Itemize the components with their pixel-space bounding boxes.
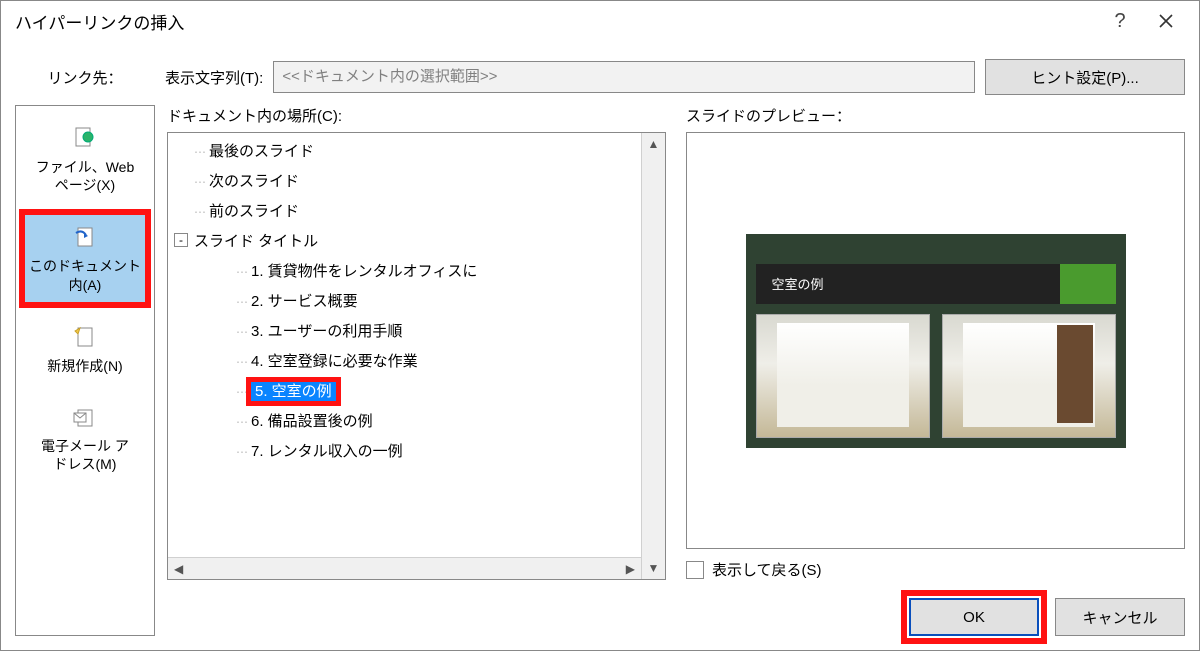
body-area: ファイル、Web ページ(X) このドキュメント 内(A) 新規作成(N): [15, 105, 1185, 636]
display-text-label: 表示文字列(T):: [165, 67, 263, 88]
close-icon: [1158, 13, 1174, 29]
main-area: ドキュメント内の場所(C): ⋯最後のスライド ⋯次のスライド ⋯前のスライド …: [167, 105, 1185, 636]
tree-item[interactable]: ⋯前のスライド: [174, 197, 641, 227]
scroll-left-icon[interactable]: ◀: [174, 562, 183, 576]
collapse-icon[interactable]: -: [174, 233, 188, 247]
room-photo-2: [942, 314, 1116, 438]
slide-accent: [1060, 264, 1116, 304]
show-and-return-row: 表示して戻る(S): [686, 549, 1185, 580]
help-button[interactable]: ?: [1097, 6, 1143, 36]
new-document-icon: [70, 323, 100, 353]
sidebar-item-label: ファイル、Web ページ(X): [36, 158, 135, 194]
tree-vertical-scrollbar[interactable]: ▲ ▼: [641, 133, 665, 579]
dialog-content: リンク先： 表示文字列(T): <<ドキュメント内の選択範囲>> ヒント設定(P…: [1, 41, 1199, 650]
sidebar-item-label: 新規作成(N): [47, 357, 122, 375]
sidebar-item-label: このドキュメント 内(A): [29, 257, 141, 293]
tree-container: ⋯最後のスライド ⋯次のスライド ⋯前のスライド -スライド タイトル ⋯1. …: [167, 132, 666, 580]
slide-preview: 空室の例: [686, 132, 1185, 549]
sidebar-item-label: 電子メール ア ドレス(M): [41, 437, 129, 473]
tree-item[interactable]: ⋯2. サービス概要: [174, 287, 641, 317]
globe-page-icon: [70, 124, 100, 154]
cancel-button[interactable]: キャンセル: [1055, 598, 1185, 636]
location-column: ドキュメント内の場所(C): ⋯最後のスライド ⋯次のスライド ⋯前のスライド …: [167, 105, 666, 580]
linkto-label: リンク先：: [15, 67, 155, 88]
show-and-return-label: 表示して戻る(S): [712, 559, 822, 580]
slide-images: [746, 304, 1126, 448]
slide-thumbnail: 空室の例: [746, 234, 1126, 448]
location-label: ドキュメント内の場所(C):: [167, 105, 666, 126]
linkto-sidebar: ファイル、Web ページ(X) このドキュメント 内(A) 新規作成(N): [15, 105, 155, 636]
scroll-right-icon[interactable]: ▶: [626, 562, 635, 576]
sidebar-item-new-document[interactable]: 新規作成(N): [22, 313, 148, 385]
titlebar: ハイパーリンクの挿入 ?: [1, 1, 1199, 41]
hyperlink-dialog: ハイパーリンクの挿入 ? リンク先： 表示文字列(T): <<ドキュメント内の選…: [0, 0, 1200, 651]
close-button[interactable]: [1143, 6, 1189, 36]
sidebar-item-email[interactable]: 電子メール ア ドレス(M): [22, 393, 148, 483]
display-text-input[interactable]: <<ドキュメント内の選択範囲>>: [273, 61, 975, 93]
sidebar-item-this-document[interactable]: このドキュメント 内(A): [22, 212, 148, 304]
tree-horizontal-scrollbar[interactable]: ◀ ▶: [168, 557, 641, 579]
tree-item[interactable]: ⋯次のスライド: [174, 167, 641, 197]
show-and-return-checkbox[interactable]: [686, 561, 704, 579]
tree-item-selected[interactable]: ⋯5. 空室の例: [174, 377, 641, 407]
preview-label: スライドのプレビュー：: [686, 105, 1185, 126]
sidebar-item-file-web[interactable]: ファイル、Web ページ(X): [22, 114, 148, 204]
tree-item[interactable]: ⋯7. レンタル収入の一例: [174, 437, 641, 467]
room-photo-1: [756, 314, 930, 438]
display-row: リンク先： 表示文字列(T): <<ドキュメント内の選択範囲>> ヒント設定(P…: [15, 41, 1185, 105]
email-icon: [70, 403, 100, 433]
scroll-up-icon[interactable]: ▲: [648, 133, 660, 155]
document-arrow-icon: [70, 223, 100, 253]
tree-item[interactable]: ⋯6. 備品設置後の例: [174, 407, 641, 437]
preview-column: スライドのプレビュー： 空室の例: [686, 105, 1185, 580]
dialog-title: ハイパーリンクの挿入: [15, 9, 1097, 34]
scroll-down-icon[interactable]: ▼: [648, 557, 660, 579]
location-tree[interactable]: ⋯最後のスライド ⋯次のスライド ⋯前のスライド -スライド タイトル ⋯1. …: [168, 133, 641, 579]
tree-item[interactable]: ⋯3. ユーザーの利用手順: [174, 317, 641, 347]
ok-button[interactable]: OK: [909, 598, 1039, 636]
tree-item[interactable]: ⋯1. 賃貸物件をレンタルオフィスに: [174, 257, 641, 287]
tree-item[interactable]: -スライド タイトル: [174, 227, 641, 257]
tree-item[interactable]: ⋯最後のスライド: [174, 137, 641, 167]
tree-item[interactable]: ⋯4. 空室登録に必要な作業: [174, 347, 641, 377]
footer-buttons: OK キャンセル: [167, 580, 1185, 636]
screentip-button[interactable]: ヒント設定(P)...: [985, 59, 1185, 95]
main-columns: ドキュメント内の場所(C): ⋯最後のスライド ⋯次のスライド ⋯前のスライド …: [167, 105, 1185, 580]
